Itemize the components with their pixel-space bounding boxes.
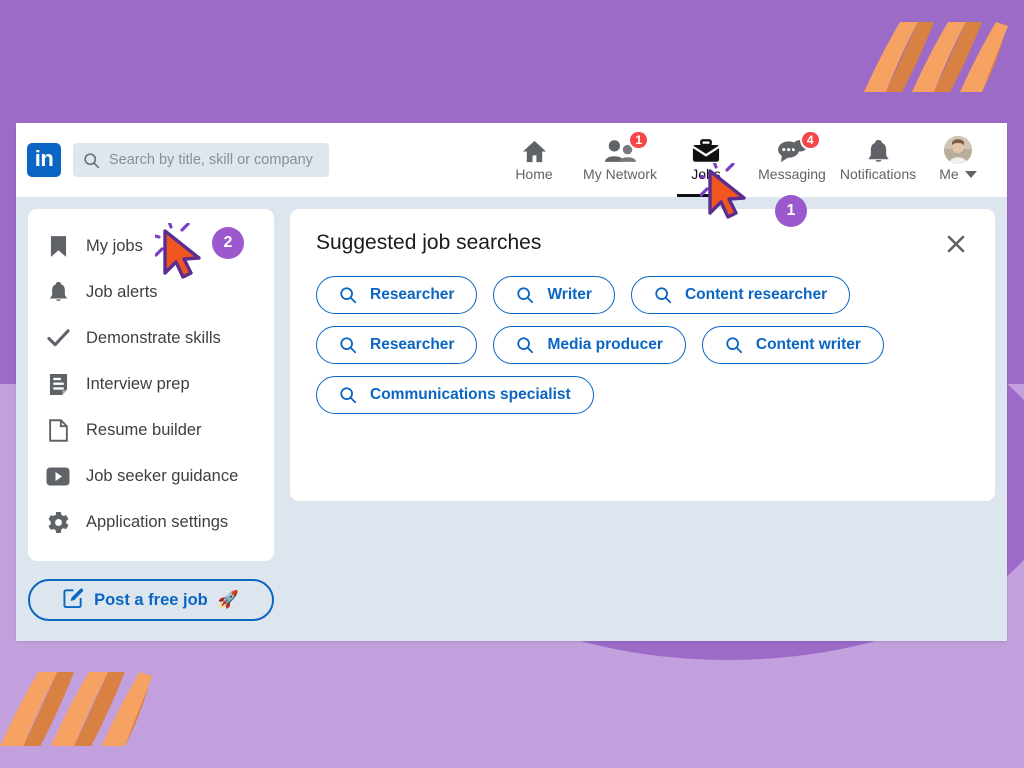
search-icon <box>726 337 742 354</box>
close-icon[interactable] <box>943 231 969 257</box>
chip-label: Writer <box>547 286 592 303</box>
post-a-free-job-button[interactable]: Post a free job 🚀 <box>28 579 274 621</box>
sidebar-label-job-seeker-guidance: Job seeker guidance <box>86 466 239 485</box>
sidebar-item-job-alerts[interactable]: Job alerts <box>28 269 274 315</box>
chip-label: Media producer <box>547 336 663 353</box>
nav-badge-my-network: 1 <box>628 130 649 150</box>
nav-label-messaging: Messaging <box>758 166 826 182</box>
linkedin-app-window: in Search by title, skill or company Hom… <box>16 123 1007 641</box>
page-title: Suggested job searches <box>316 231 542 254</box>
suggested-search-chip-rows: Researcher Writer Content researcher Res… <box>316 276 969 414</box>
avatar <box>944 136 972 164</box>
sidebar-item-demonstrate-skills[interactable]: Demonstrate skills <box>28 315 274 361</box>
nav-label-me: Me <box>939 166 959 182</box>
people-icon: 1 <box>604 130 649 164</box>
rocket-icon: 🚀 <box>217 590 239 609</box>
nav-badge-messaging: 4 <box>799 130 821 150</box>
chip-row: Researcher Media producer Content writer <box>316 326 969 364</box>
nav-item-home[interactable]: Home <box>491 123 577 197</box>
search-placeholder: Search by title, skill or company <box>109 152 313 168</box>
bell-icon <box>866 138 891 164</box>
suggested-search-chip[interactable]: Researcher <box>316 276 478 314</box>
sidebar-label-demonstrate-skills: Demonstrate skills <box>86 328 221 347</box>
search-icon <box>340 337 357 354</box>
suggested-search-chip[interactable]: Communications specialist <box>316 376 594 414</box>
page-body: My jobs Job alerts Demonstrate skills In… <box>16 197 1007 641</box>
suggested-search-chip[interactable]: Writer <box>493 276 615 314</box>
linkedin-logo[interactable]: in <box>27 143 61 177</box>
sidebar-item-application-settings[interactable]: Application settings <box>28 499 274 545</box>
chip-label: Communications specialist <box>370 386 571 403</box>
sidebar-item-resume-builder[interactable]: Resume builder <box>28 407 274 453</box>
chat-bubble-icon: 4 <box>777 130 821 164</box>
sidebar-item-job-seeker-guidance[interactable]: Job seeker guidance <box>28 453 274 499</box>
sidebar-label-resume-builder: Resume builder <box>86 420 202 439</box>
decorative-stripes-bottom-left <box>0 672 153 746</box>
chip-label: Researcher <box>370 336 455 353</box>
check-icon <box>46 328 70 348</box>
sidebar-card: My jobs Job alerts Demonstrate skills In… <box>28 209 274 561</box>
briefcase-icon <box>692 138 720 164</box>
gear-icon <box>46 511 70 534</box>
nav-label-notifications: Notifications <box>839 166 917 182</box>
decorative-stripes-top-right <box>864 22 1008 92</box>
card-header: Suggested job searches <box>316 231 969 257</box>
nav-item-jobs[interactable]: Jobs <box>663 123 749 197</box>
suggested-search-chip[interactable]: Content researcher <box>630 276 851 314</box>
search-icon <box>340 387 357 404</box>
sidebar-item-my-jobs[interactable]: My jobs <box>28 223 274 269</box>
search-icon <box>84 152 100 168</box>
page-icon <box>46 418 70 442</box>
search-icon <box>655 287 672 304</box>
document-lines-icon <box>46 373 70 396</box>
sidebar-label-interview-prep: Interview prep <box>86 374 190 393</box>
sidebar-label-job-alerts: Job alerts <box>86 282 158 301</box>
bookmark-icon <box>46 235 70 258</box>
sidebar-label-application-settings: Application settings <box>86 512 229 531</box>
home-icon <box>521 138 548 164</box>
search-icon <box>517 287 534 304</box>
search-input[interactable]: Search by title, skill or company <box>73 143 329 177</box>
chip-label: Researcher <box>370 286 455 303</box>
post-a-free-job-label: Post a free job <box>94 590 208 609</box>
video-play-icon <box>46 467 70 486</box>
nav-label-jobs: Jobs <box>691 166 721 182</box>
suggested-search-chip[interactable]: Media producer <box>493 326 686 364</box>
sidebar-label-my-jobs: My jobs <box>86 236 143 255</box>
suggested-search-chip[interactable]: Content writer <box>701 326 884 364</box>
search-icon <box>517 337 534 354</box>
me-label-row: Me <box>939 166 977 182</box>
suggested-search-chip[interactable]: Researcher <box>316 326 478 364</box>
edit-square-icon <box>63 587 84 613</box>
sidebar-item-interview-prep[interactable]: Interview prep <box>28 361 274 407</box>
sidebar: My jobs Job alerts Demonstrate skills In… <box>28 209 274 641</box>
chip-row: Communications specialist <box>316 376 969 414</box>
bell-icon <box>46 281 70 304</box>
suggested-job-searches-card: Suggested job searches Researcher Writer… <box>290 209 995 501</box>
search-icon <box>340 287 357 304</box>
chip-label: Content writer <box>755 336 861 353</box>
screenshot-stage: in Search by title, skill or company Hom… <box>0 0 1024 768</box>
global-navigation-bar: in Search by title, skill or company Hom… <box>16 123 1007 197</box>
nav-item-my-network[interactable]: 1 My Network <box>577 123 663 197</box>
nav-items-group: Home 1 My Network Jobs 4 Messaging Notif… <box>491 123 1001 197</box>
nav-label-my-network: My Network <box>583 166 657 182</box>
nav-label-home: Home <box>515 166 553 182</box>
nav-item-messaging[interactable]: 4 Messaging <box>749 123 835 197</box>
chip-label: Content researcher <box>684 286 828 303</box>
nav-item-me[interactable]: Me <box>921 123 995 197</box>
chevron-down-icon <box>964 170 977 178</box>
chip-row: Researcher Writer Content researcher <box>316 276 969 314</box>
nav-item-notifications[interactable]: Notifications <box>835 123 921 197</box>
